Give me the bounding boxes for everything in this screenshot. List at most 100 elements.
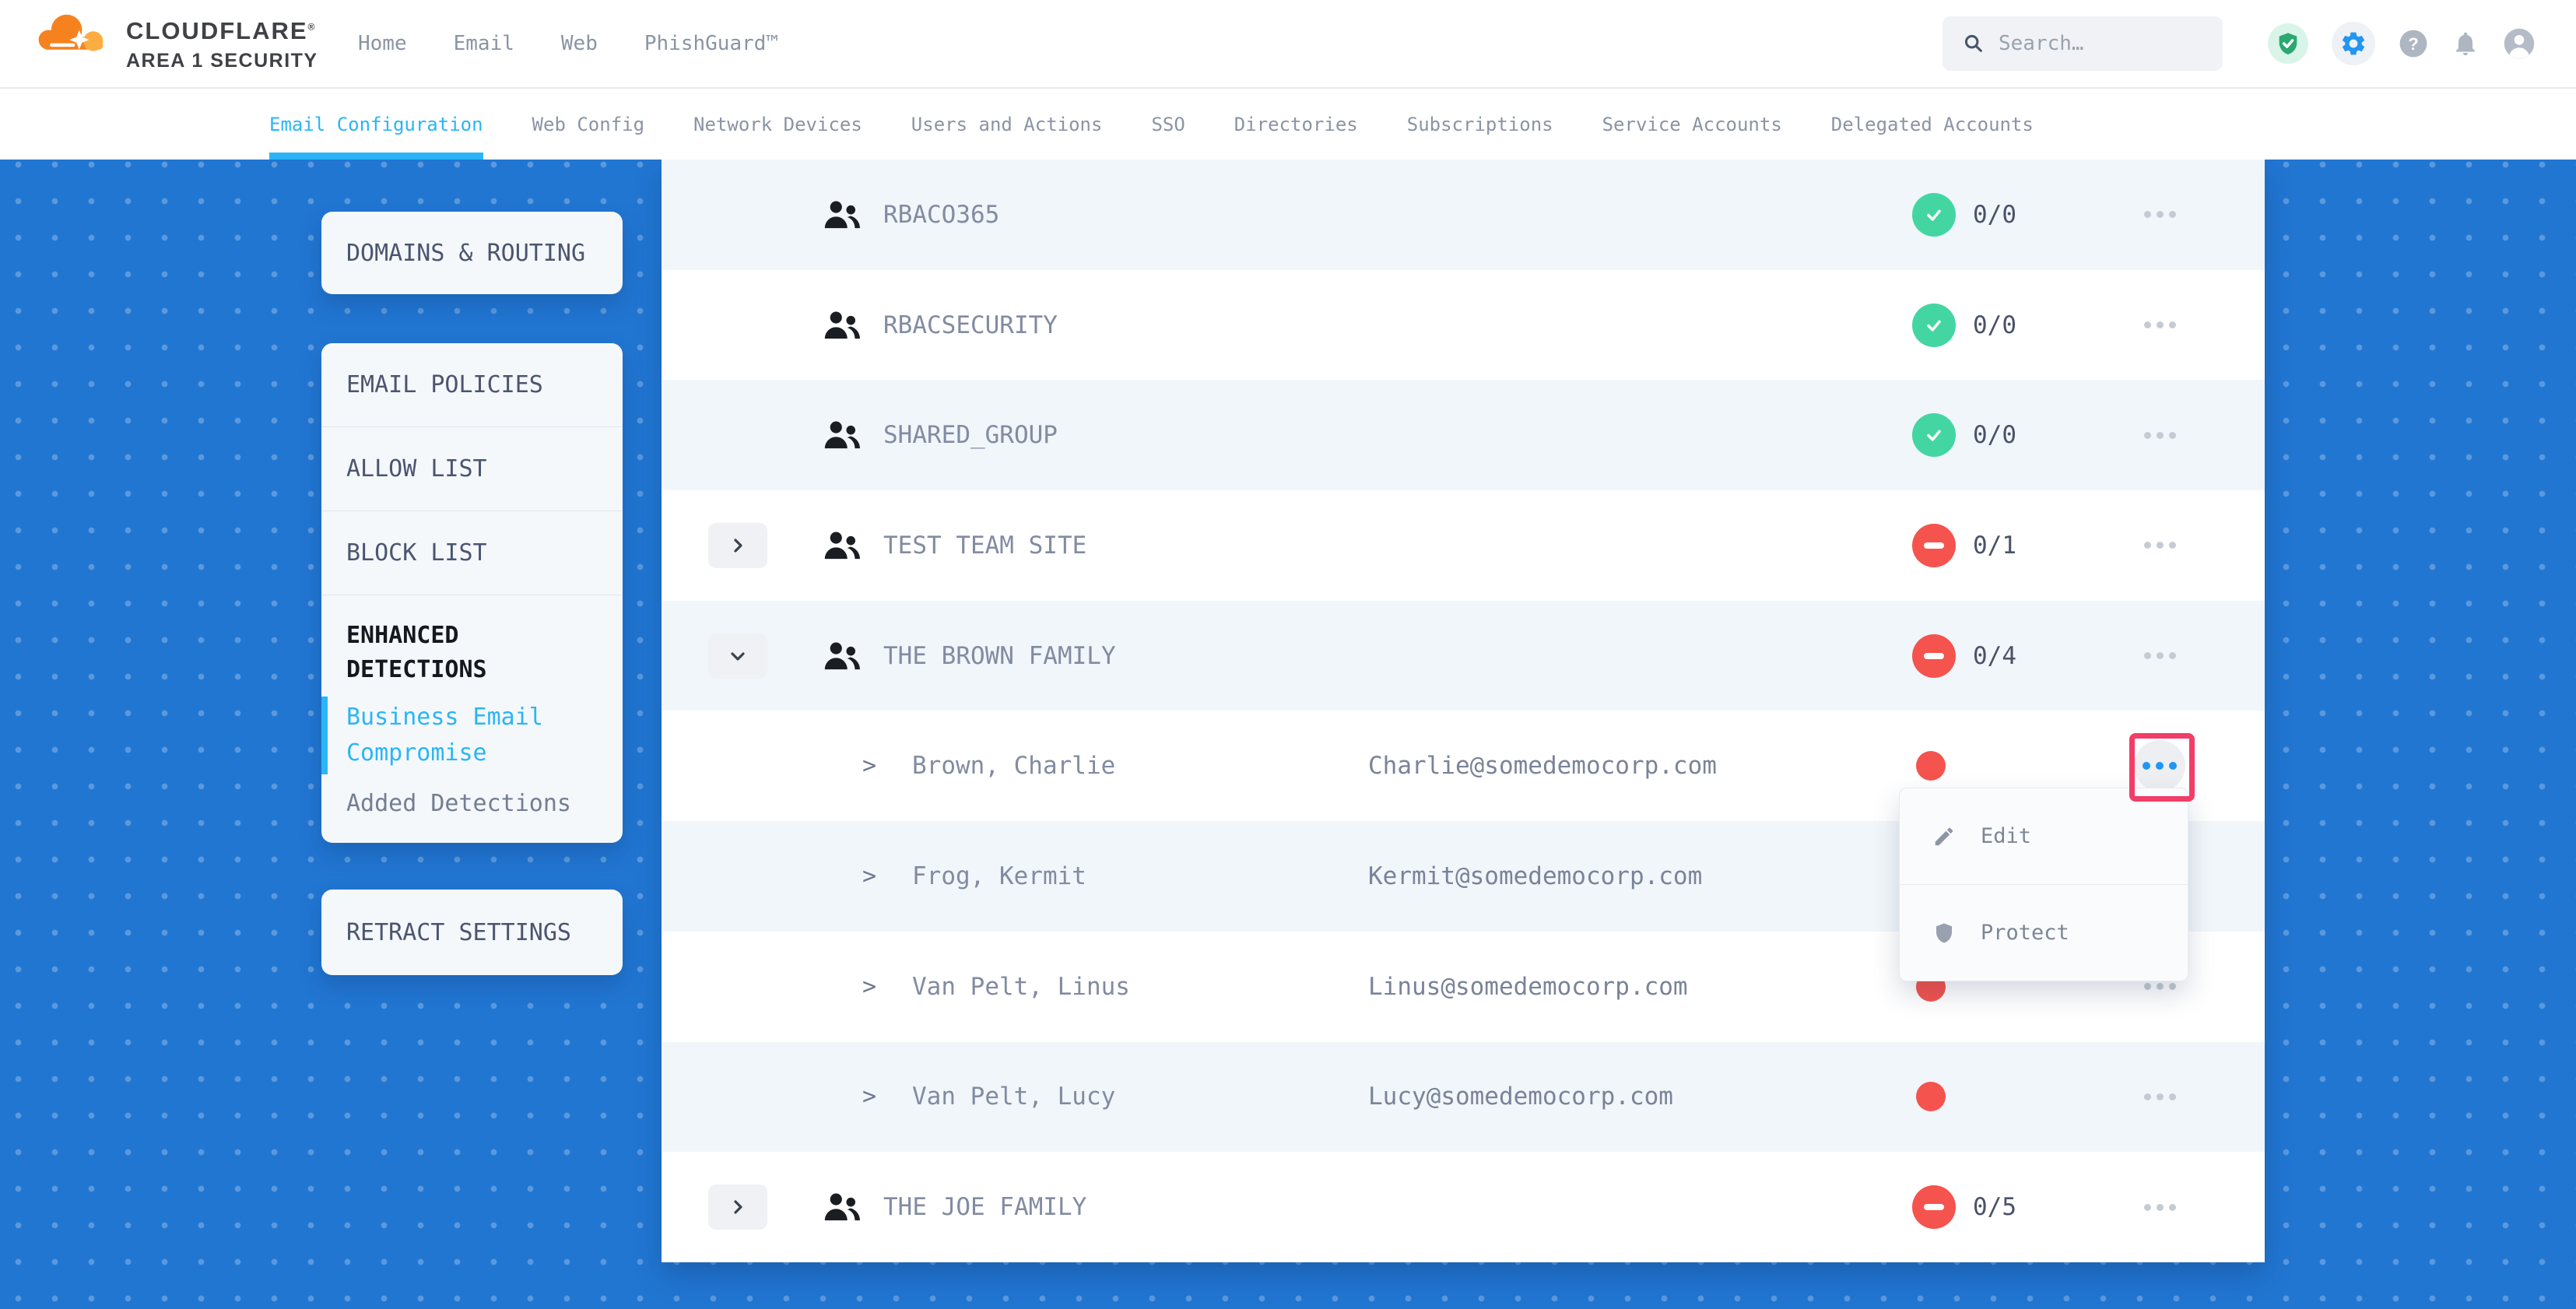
user-name: Van Pelt, Linus xyxy=(912,973,1130,1001)
search-input[interactable] xyxy=(1999,32,2207,55)
sidebar-link-business-email-compromise[interactable]: Business Email Compromise xyxy=(346,700,599,771)
menu-item-edit[interactable]: Edit xyxy=(1900,788,2188,884)
tab-network-devices[interactable]: Network Devices xyxy=(693,89,862,160)
cloudflare-cloud-icon xyxy=(36,11,120,56)
group-name: TEST TEAM SITE xyxy=(883,532,1086,560)
alert-dot xyxy=(1916,751,1946,781)
sidebar-link-added-detections[interactable]: Added Detections xyxy=(346,787,599,821)
tab-email-configuration[interactable]: Email Configuration xyxy=(269,89,483,160)
shield-check-icon[interactable] xyxy=(2268,23,2308,64)
member-caret-icon: > xyxy=(862,753,876,780)
group-name: SHARED_GROUP xyxy=(883,421,1058,449)
search-box[interactable] xyxy=(1943,16,2223,71)
nav-home[interactable]: Home xyxy=(358,32,407,55)
menu-item-label: Protect xyxy=(1981,921,2069,945)
nav-email[interactable]: Email xyxy=(454,32,514,55)
app-header: CLOUDFLARE® AREA 1 SECURITY Home Email W… xyxy=(0,0,2576,89)
header-icons: ? xyxy=(2268,0,2536,87)
enhanced-detections-section: ENHANCED DETECTIONS Business Email Compr… xyxy=(321,595,623,843)
status-ok-badge xyxy=(1912,413,1956,457)
menu-item-protect[interactable]: Protect xyxy=(1900,885,2188,981)
row-actions-button[interactable] xyxy=(2125,1181,2195,1233)
tab-delegated-accounts[interactable]: Delegated Accounts xyxy=(1831,89,2034,160)
status-blocked-badge xyxy=(1912,634,1956,678)
chevron-down-icon xyxy=(728,647,747,665)
brand-subtitle: AREA 1 SECURITY xyxy=(126,50,318,72)
user-email: Lucy@somedemocorp.com xyxy=(1368,1083,1673,1111)
member-count: 0/4 xyxy=(1973,642,2016,670)
brand-name: CLOUDFLARE® xyxy=(126,17,318,45)
tab-web-config[interactable]: Web Config xyxy=(532,89,645,160)
sidebar-policies-card: EMAIL POLICIES ALLOW LIST BLOCK LIST ENH… xyxy=(321,343,623,843)
status-blocked-badge xyxy=(1912,524,1956,567)
notifications-bell-icon[interactable] xyxy=(2451,30,2479,58)
expand-chevron-button[interactable] xyxy=(708,1184,767,1230)
sidebar-item-allow-list[interactable]: ALLOW LIST xyxy=(321,427,623,511)
page: CLOUDFLARE® AREA 1 SECURITY Home Email W… xyxy=(0,0,2576,1309)
group-icon xyxy=(823,310,860,340)
group-name: RBACO365 xyxy=(883,201,999,229)
member-count: 0/1 xyxy=(1973,532,2016,560)
member-caret-icon: > xyxy=(862,862,876,890)
group-name: THE JOE FAMILY xyxy=(883,1193,1086,1221)
check-icon xyxy=(1923,204,1945,226)
group-name: THE BROWN FAMILY xyxy=(883,642,1116,670)
groups-table: RBACO365 0/0 RBACSECURITY 0/0 xyxy=(662,160,2265,1262)
user-email: Linus@somedemocorp.com xyxy=(1368,973,1688,1001)
minus-icon xyxy=(1924,542,1944,549)
table-row-user[interactable]: > Van Pelt, Lucy Lucy@somedemocorp.com xyxy=(662,1042,2265,1153)
group-icon xyxy=(823,1192,860,1223)
tab-users-and-actions[interactable]: Users and Actions xyxy=(911,89,1103,160)
row-actions-button[interactable] xyxy=(2125,300,2195,351)
chevron-right-icon xyxy=(728,536,747,555)
row-actions-button[interactable] xyxy=(2125,409,2195,461)
context-menu: Edit Protect xyxy=(1899,788,2188,981)
member-count: 0/5 xyxy=(1973,1193,2016,1221)
expand-chevron-button[interactable] xyxy=(708,523,767,568)
table-row-group[interactable]: THE JOE FAMILY 0/5 xyxy=(662,1152,2265,1262)
row-actions-button[interactable] xyxy=(2125,1071,2195,1122)
sidebar-item-domains-routing[interactable]: DOMAINS & ROUTING xyxy=(321,212,623,294)
status-ok-badge xyxy=(1912,304,1956,347)
menu-item-label: Edit xyxy=(1981,824,2031,848)
user-email: Kermit@somedemocorp.com xyxy=(1368,862,1702,890)
cloudflare-logo[interactable]: CLOUDFLARE® AREA 1 SECURITY xyxy=(36,6,318,72)
pencil-icon xyxy=(1932,825,1956,848)
row-actions-button[interactable] xyxy=(2125,520,2195,571)
tab-directories[interactable]: Directories xyxy=(1234,89,1358,160)
account-icon[interactable] xyxy=(2503,27,2536,60)
member-count: 0/0 xyxy=(1973,421,2016,449)
table-row-group[interactable]: SHARED_GROUP 0/0 xyxy=(662,380,2265,490)
secondary-nav: Email Configuration Web Config Network D… xyxy=(0,89,2576,160)
group-icon xyxy=(823,199,860,230)
row-actions-button-open[interactable] xyxy=(2125,740,2195,791)
help-icon[interactable]: ? xyxy=(2399,29,2428,58)
status-blocked-badge xyxy=(1912,1185,1956,1229)
user-name: Van Pelt, Lucy xyxy=(912,1083,1115,1111)
logo-text: CLOUDFLARE® AREA 1 SECURITY xyxy=(126,6,318,72)
svg-text:?: ? xyxy=(2408,34,2419,54)
tab-subscriptions[interactable]: Subscriptions xyxy=(1407,89,1553,160)
row-actions-button[interactable] xyxy=(2125,189,2195,240)
row-actions-button[interactable] xyxy=(2125,630,2195,682)
sidebar-item-retract-settings[interactable]: RETRACT SETTINGS xyxy=(321,890,623,975)
settings-gear-icon[interactable] xyxy=(2332,22,2375,65)
table-row-group[interactable]: RBACO365 0/0 xyxy=(662,160,2265,270)
table-row-group[interactable]: THE BROWN FAMILY 0/4 xyxy=(662,601,2265,711)
minus-icon xyxy=(1924,653,1944,659)
group-icon xyxy=(823,640,860,671)
tab-sso[interactable]: SSO xyxy=(1151,89,1184,160)
member-caret-icon: > xyxy=(862,973,876,1000)
member-caret-icon: > xyxy=(862,1083,876,1111)
table-row-group[interactable]: RBACSECURITY 0/0 xyxy=(662,270,2265,381)
nav-phishguard[interactable]: PhishGuard™ xyxy=(644,32,778,55)
group-icon xyxy=(823,420,860,451)
collapse-chevron-button[interactable] xyxy=(708,633,767,679)
sidebar-item-block-list[interactable]: BLOCK LIST xyxy=(321,511,623,595)
table-row-group[interactable]: TEST TEAM SITE 0/1 xyxy=(662,490,2265,601)
member-count: 0/0 xyxy=(1973,201,2016,229)
user-name: Brown, Charlie xyxy=(912,752,1115,780)
nav-web[interactable]: Web xyxy=(561,32,598,55)
tab-service-accounts[interactable]: Service Accounts xyxy=(1602,89,1782,160)
sidebar-item-email-policies[interactable]: EMAIL POLICIES xyxy=(321,343,623,427)
